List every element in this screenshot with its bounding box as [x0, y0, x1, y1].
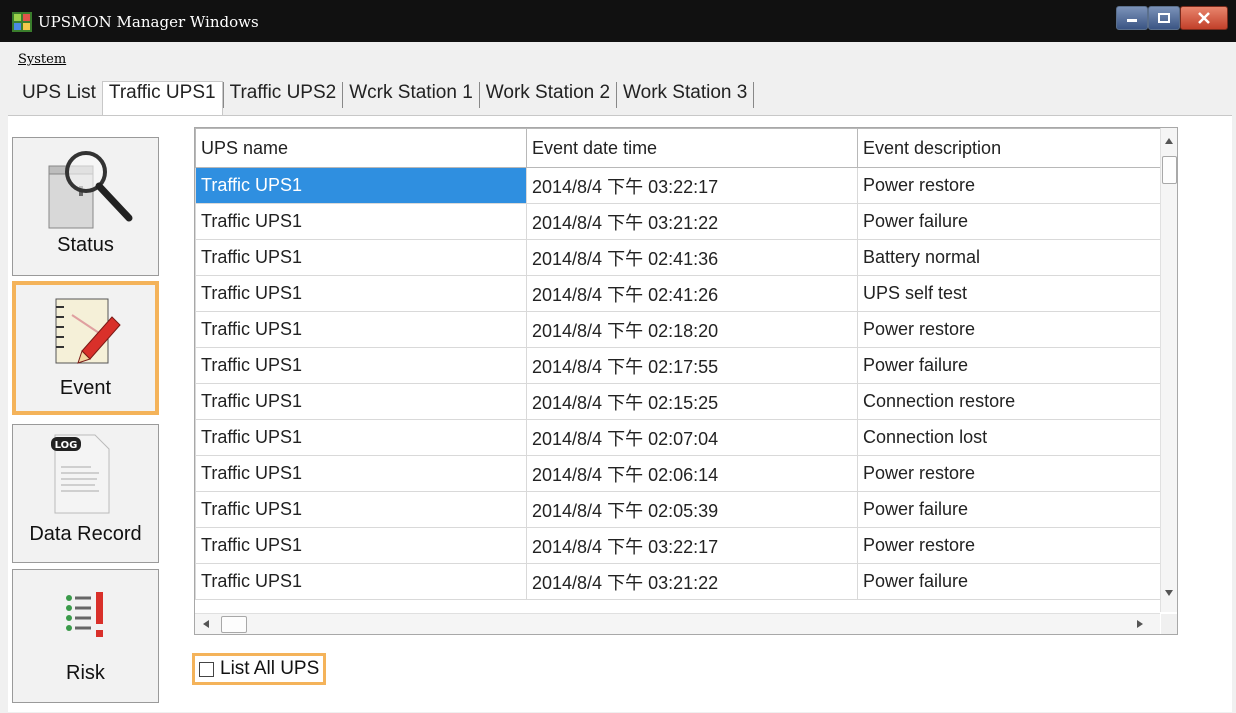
maximize-button[interactable] [1148, 6, 1180, 30]
scrollbar-corner [1161, 614, 1177, 634]
cell-ups-name: Traffic UPS1 [195, 167, 527, 204]
horizontal-scroll-thumb[interactable] [221, 616, 247, 633]
scroll-left-arrow-icon[interactable] [203, 620, 209, 628]
close-button[interactable] [1180, 6, 1228, 30]
cell-ups-name: Traffic UPS1 [195, 527, 527, 564]
cell-event-date-time: 2014/8/4 下午 02:07:04 [526, 419, 858, 456]
table-row[interactable]: Traffic UPS1 2014/8/4 下午 03:21:22 Power fa… [195, 203, 1161, 240]
cell-ups-name: Traffic UPS1 [195, 491, 527, 528]
cell-event-description: Connection restore [857, 383, 1161, 420]
tab-bar: UPS List Traffic UPS1 Traffic UPS2 Wcrk … [16, 81, 755, 116]
cell-event-date-time: 2014/8/4 下午 03:21:22 [526, 203, 858, 240]
cell-event-description: Power failure [857, 491, 1161, 528]
column-header-event-description[interactable]: Event description [857, 128, 1161, 168]
table-row[interactable]: Traffic UPS1 2014/8/4 下午 02:15:25 Connecti… [195, 383, 1161, 420]
scroll-up-arrow-icon[interactable] [1165, 138, 1173, 144]
tab-work-station-3[interactable]: Work Station 3 [617, 82, 753, 116]
list-all-ups-label: List All UPS [220, 658, 320, 679]
list-all-ups-option[interactable]: List All UPS [192, 653, 327, 685]
close-icon [1198, 12, 1210, 24]
tab-work-station-1[interactable]: Wcrk Station 1 [343, 82, 479, 116]
horizontal-scrollbar[interactable] [195, 613, 1160, 634]
column-header-ups-name[interactable]: UPS name [195, 128, 527, 168]
table-row[interactable]: Traffic UPS1 2014/8/4 下午 03:22:17 Power re… [195, 167, 1161, 204]
cell-event-description: Connection lost [857, 419, 1161, 456]
risk-label: Risk [66, 662, 105, 684]
cell-event-date-time: 2014/8/4 下午 02:05:39 [526, 491, 858, 528]
cell-event-date-time: 2014/8/4 下午 02:17:55 [526, 347, 858, 384]
event-table: UPS name Event date time Event descripti… [195, 128, 1161, 600]
window-title: UPSMON Manager Windows [38, 13, 259, 31]
cell-event-date-time: 2014/8/4 下午 02:06:14 [526, 455, 858, 492]
cell-ups-name: Traffic UPS1 [195, 347, 527, 384]
cell-ups-name: Traffic UPS1 [195, 419, 527, 456]
cell-event-date-time: 2014/8/4 下午 02:41:26 [526, 275, 858, 312]
tab-work-station-2[interactable]: Work Station 2 [480, 82, 616, 116]
table-row[interactable]: Traffic UPS1 2014/8/4 下午 02:05:39 Power fa… [195, 491, 1161, 528]
cell-event-date-time: 2014/8/4 下午 02:41:36 [526, 239, 858, 276]
table-row[interactable]: Traffic UPS1 2014/8/4 下午 02:41:36 Battery … [195, 239, 1161, 276]
cell-event-description: Power restore [857, 455, 1161, 492]
cell-event-date-time: 2014/8/4 下午 03:21:22 [526, 563, 858, 600]
window-controls [1116, 6, 1228, 30]
cell-event-description: Battery normal [857, 239, 1161, 276]
vertical-scrollbar[interactable] [1160, 128, 1177, 612]
data-record-button[interactable]: LOG Data Record [12, 424, 159, 563]
table-row[interactable]: Traffic UPS1 2014/8/4 下午 02:18:20 Power re… [195, 311, 1161, 348]
tab-traffic-ups1[interactable]: Traffic UPS1 [101, 81, 223, 116]
cell-event-description: Power restore [857, 167, 1161, 204]
cell-event-description: Power failure [857, 347, 1161, 384]
risk-list-icon [66, 592, 103, 637]
table-row[interactable]: Traffic UPS1 2014/8/4 下午 02:07:04 Connecti… [195, 419, 1161, 456]
cell-ups-name: Traffic UPS1 [195, 455, 527, 492]
log-file-icon: LOG [51, 434, 110, 514]
cell-event-description: UPS self test [857, 275, 1161, 312]
cell-ups-name: Traffic UPS1 [195, 383, 527, 420]
tab-traffic-ups2[interactable]: Traffic UPS2 [224, 82, 343, 116]
status-button[interactable]: Status [12, 137, 159, 276]
maximize-icon [1158, 13, 1170, 23]
cell-event-description: Power failure [857, 203, 1161, 240]
cell-event-description: Power restore [857, 311, 1161, 348]
scroll-right-arrow-icon[interactable] [1137, 620, 1143, 628]
cell-event-date-time: 2014/8/4 下午 02:15:25 [526, 383, 858, 420]
cell-event-description: Power restore [857, 527, 1161, 564]
status-label: Status [57, 234, 114, 256]
risk-button[interactable]: Risk [12, 569, 159, 703]
status-icon [48, 151, 133, 229]
cell-ups-name: Traffic UPS1 [195, 563, 527, 600]
table-header-row: UPS name Event date time Event descripti… [195, 128, 1161, 168]
tab-divider [753, 82, 755, 108]
table-row[interactable]: Traffic UPS1 2014/8/4 下午 02:41:26 UPS self… [195, 275, 1161, 312]
data-record-label: Data Record [29, 523, 142, 545]
cell-ups-name: Traffic UPS1 [195, 275, 527, 312]
cell-event-date-time: 2014/8/4 下午 03:22:17 [526, 527, 858, 564]
cell-ups-name: Traffic UPS1 [195, 239, 527, 276]
table-row[interactable]: Traffic UPS1 2014/8/4 下午 03:21:22 Power fa… [195, 563, 1161, 600]
event-label: Event [59, 377, 112, 399]
menu-system[interactable]: System [18, 52, 66, 67]
column-header-event-date-time[interactable]: Event date time [526, 128, 858, 168]
minimize-button[interactable] [1116, 6, 1148, 30]
event-button[interactable]: Event [12, 281, 159, 415]
scroll-down-arrow-icon[interactable] [1165, 590, 1173, 596]
app-icon [12, 12, 32, 32]
list-all-ups-checkbox[interactable] [199, 661, 214, 677]
table-row[interactable]: Traffic UPS1 2014/8/4 下午 02:17:55 Power fa… [195, 347, 1161, 384]
vertical-scroll-thumb[interactable] [1162, 156, 1177, 184]
table-row[interactable]: Traffic UPS1 2014/8/4 下午 03:22:17 Power re… [195, 527, 1161, 564]
title-bar: UPSMON Manager Windows [0, 0, 1236, 42]
table-row[interactable]: Traffic UPS1 2014/8/4 下午 02:06:14 Power re… [195, 455, 1161, 492]
cell-ups-name: Traffic UPS1 [195, 311, 527, 348]
tab-ups-list[interactable]: UPS List [16, 82, 102, 116]
cell-event-description: Power failure [857, 563, 1161, 600]
cell-event-date-time: 2014/8/4 下午 02:18:20 [526, 311, 858, 348]
cell-event-date-time: 2014/8/4 下午 03:22:17 [526, 167, 858, 204]
event-grid: UPS name Event date time Event descripti… [194, 127, 1178, 635]
cell-ups-name: Traffic UPS1 [195, 203, 527, 240]
event-icon [55, 298, 121, 364]
minimize-icon [1127, 19, 1137, 22]
log-badge: LOG [55, 440, 78, 451]
